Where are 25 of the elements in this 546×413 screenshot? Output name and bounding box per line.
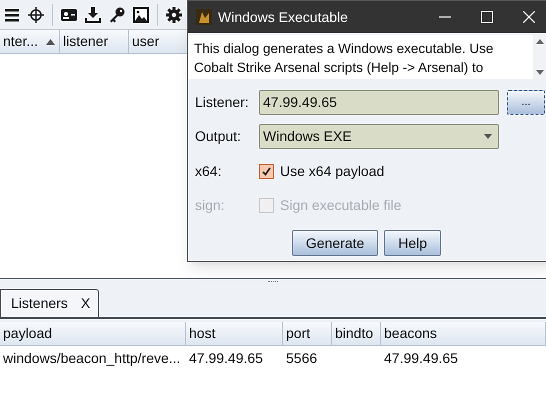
column-header[interactable]: payload xyxy=(0,322,186,345)
dialog-button[interactable]: Generate xyxy=(292,230,378,256)
window-title: Windows Executable xyxy=(218,8,348,26)
column-header[interactable]: host xyxy=(186,322,283,345)
table-cell-text: windows/beacon_http/reve... xyxy=(3,348,180,368)
listener-field[interactable]: 47.99.49.65 xyxy=(259,90,499,115)
close-tab-button[interactable]: X xyxy=(80,293,90,314)
option-label: x64: xyxy=(195,162,222,180)
option-label: sign: xyxy=(195,196,226,215)
table-cell-text: 47.99.49.65 xyxy=(384,348,458,368)
column-header[interactable]: port xyxy=(283,322,332,345)
checkbox-label[interactable]: Use x64 payload xyxy=(280,160,384,182)
listener-label: Listener: xyxy=(195,93,250,112)
output-label: Output: xyxy=(195,127,242,146)
table-cell-text: 47.99.49.65 xyxy=(189,348,263,368)
column-header[interactable]: nter... xyxy=(0,30,60,53)
output-dropdown[interactable]: Windows EXE xyxy=(259,124,499,149)
tab[interactable]: Listeners X xyxy=(0,289,100,317)
column-header[interactable]: beacons xyxy=(381,322,546,345)
dialog-button[interactable]: Help xyxy=(384,230,442,256)
browse-button[interactable]: ... xyxy=(507,90,545,115)
column-header[interactable]: bindto xyxy=(332,322,381,345)
description-text: This dialog generates a Windows executable. Use Cobalt Strike Arsenal scripts (Help -> Arsenal) to xyxy=(193,40,494,77)
column-header[interactable]: listener xyxy=(60,30,129,53)
table-cell-text: 5566 xyxy=(286,348,318,368)
